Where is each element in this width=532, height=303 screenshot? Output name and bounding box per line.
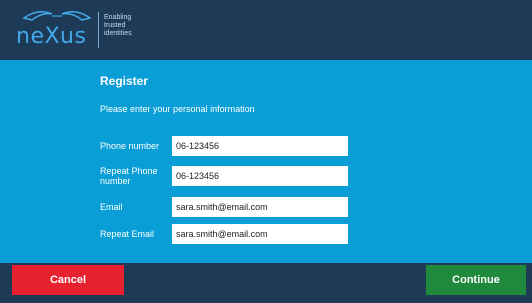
repeat-email-label: Repeat Email — [100, 229, 155, 239]
tagline-line: trusted — [104, 22, 126, 29]
email-label: Email — [100, 202, 123, 212]
tagline-line: Enabling — [104, 14, 132, 21]
phone-label: Phone number — [100, 141, 160, 151]
page-subtitle: Please enter your personal information — [100, 104, 255, 114]
phone-field[interactable]: 06-123456 — [172, 136, 348, 156]
email-row: Email sara.smith@email.com — [100, 197, 360, 219]
logo-text: neXus — [16, 24, 87, 49]
phone-row: Phone number 06-123456 — [100, 136, 360, 158]
continue-button[interactable]: Continue — [426, 265, 526, 295]
tagline: Enabling trusted identities — [104, 14, 164, 38]
cancel-button[interactable]: Cancel — [12, 265, 124, 295]
page-title: Register — [100, 74, 149, 88]
repeat-phone-field[interactable]: 06-123456 — [172, 166, 348, 186]
email-field[interactable]: sara.smith@email.com — [172, 197, 348, 217]
nexus-logo: neXus — [16, 10, 96, 50]
header-bar: neXus Enabling trusted identities — [0, 0, 532, 60]
repeat-email-row: Repeat Email sara.smith@email.com — [100, 224, 360, 246]
register-panel: Register Please enter your personal info… — [0, 60, 532, 263]
repeat-phone-label: Repeat Phone number — [100, 166, 158, 186]
repeat-email-field[interactable]: sara.smith@email.com — [172, 224, 348, 244]
tagline-line: identities — [104, 30, 132, 37]
logo-divider — [98, 12, 99, 48]
repeat-phone-row: Repeat Phone number 06-123456 — [100, 166, 360, 188]
